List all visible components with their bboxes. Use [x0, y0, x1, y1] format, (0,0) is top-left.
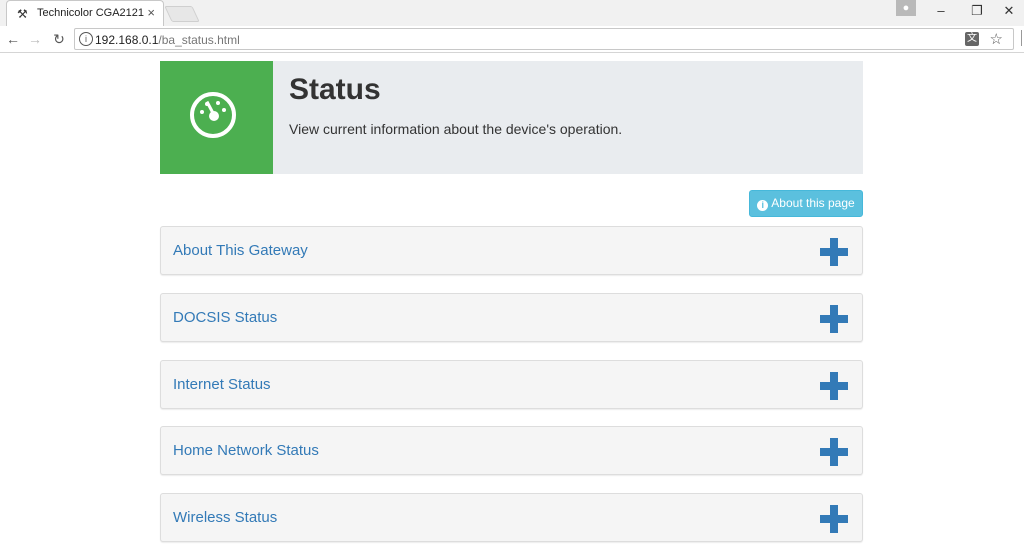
tools-icon: ⚒ — [17, 7, 28, 21]
profile-button[interactable]: ● — [896, 0, 916, 16]
status-icon-tile — [160, 61, 273, 174]
new-tab-button[interactable] — [164, 6, 200, 22]
forward-arrow-icon[interactable]: → — [26, 30, 44, 48]
panel-title[interactable]: Wireless Status — [173, 509, 277, 526]
bookmark-star-icon[interactable]: ☆ — [990, 30, 1003, 48]
address-bar[interactable]: i 192.168.0.1/ba_status.html 文 ☆ — [74, 28, 1014, 50]
browser-toolbar: ← → ↻ i 192.168.0.1/ba_status.html 文 ☆ — [0, 26, 1024, 53]
page-title: Status — [289, 73, 381, 106]
page-subtitle: View current information about the devic… — [289, 121, 623, 137]
panel-internet-status[interactable]: Internet Status — [160, 360, 863, 409]
panel-home-network-status[interactable]: Home Network Status — [160, 426, 863, 475]
panel-title[interactable]: DOCSIS Status — [173, 309, 277, 326]
url-text: 192.168.0.1/ba_status.html — [95, 33, 240, 47]
panel-title[interactable]: Internet Status — [173, 376, 271, 393]
back-arrow-icon[interactable]: ← — [4, 30, 22, 48]
reload-icon[interactable]: ↻ — [50, 30, 68, 48]
info-icon: i — [757, 200, 769, 211]
status-header: Status View current information about th… — [160, 61, 863, 174]
restore-button[interactable]: ❐ — [962, 2, 992, 20]
toolbar-divider — [1021, 30, 1022, 46]
translate-icon[interactable]: 文 — [965, 32, 979, 46]
panel-about-gateway[interactable]: About This Gateway — [160, 226, 863, 275]
about-this-page-button[interactable]: i About this page — [749, 190, 863, 217]
expand-plus-icon[interactable] — [820, 505, 848, 533]
close-window-button[interactable]: ✕ — [994, 2, 1024, 20]
tab-title: Technicolor CGA2121 — [37, 7, 145, 19]
expand-plus-icon[interactable] — [820, 238, 848, 266]
person-icon: ● — [902, 2, 910, 14]
tab-strip: ⚒ Technicolor CGA2121 × ● – ❐ ✕ — [0, 0, 1024, 26]
panel-title[interactable]: Home Network Status — [173, 442, 319, 459]
close-tab-icon[interactable]: × — [147, 5, 155, 21]
minimize-button[interactable]: – — [926, 2, 956, 20]
url-path: /ba_status.html — [158, 33, 240, 47]
browser-tab[interactable]: ⚒ Technicolor CGA2121 × — [6, 0, 164, 26]
panel-title[interactable]: About This Gateway — [173, 242, 308, 259]
panel-docsis-status[interactable]: DOCSIS Status — [160, 293, 863, 342]
url-host: 192.168.0.1 — [95, 33, 159, 47]
site-info-icon[interactable]: i — [79, 32, 93, 46]
expand-plus-icon[interactable] — [820, 438, 848, 466]
expand-plus-icon[interactable] — [820, 305, 848, 333]
panel-wireless-status[interactable]: Wireless Status — [160, 493, 863, 542]
gauge-icon — [190, 92, 236, 138]
about-button-label: About this page — [771, 196, 855, 210]
expand-plus-icon[interactable] — [820, 372, 848, 400]
